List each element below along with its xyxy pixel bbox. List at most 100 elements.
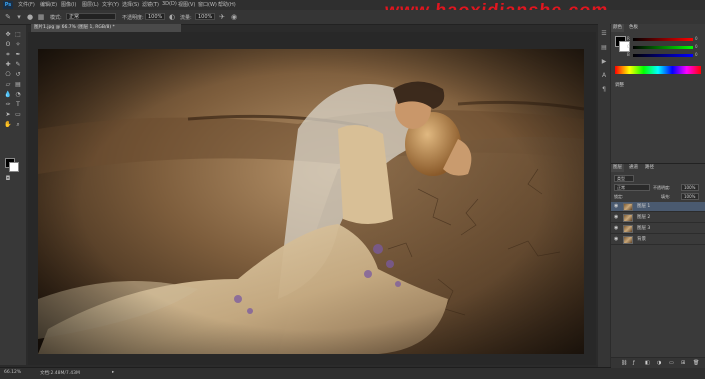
document-size: 文档:2.48M/7.43M xyxy=(40,371,80,376)
menu-type[interactable]: 文字(Y) xyxy=(102,1,119,8)
fill-input[interactable]: 100% xyxy=(681,193,699,200)
red-slider[interactable] xyxy=(633,38,693,41)
layer-filter-select[interactable]: 类型 xyxy=(614,175,634,182)
tab-channels[interactable]: 通道 xyxy=(627,164,640,172)
hand-tool-icon[interactable]: ✋ xyxy=(4,121,12,128)
group-icon[interactable]: ▭ xyxy=(669,360,674,366)
new-layer-icon[interactable]: ⊞ xyxy=(681,360,685,366)
brush-panel-icon[interactable]: ▦ xyxy=(37,13,45,21)
airbrush-icon[interactable]: ✈ xyxy=(218,13,226,21)
options-bar: ✎ ▾ ● ▦ 模式: 正常 不透明度: 100% ◐ 流量: 100% ✈ ◉ xyxy=(0,10,705,25)
menu-window[interactable]: 窗口(W) xyxy=(198,1,217,8)
shape-tool-icon[interactable]: ▭ xyxy=(14,111,22,118)
layer-name: 图层 3 xyxy=(637,226,651,231)
crop-tool-icon[interactable]: ⌗ xyxy=(4,51,12,58)
brush-tool-icon[interactable]: ✎ xyxy=(14,61,22,68)
flow-input[interactable]: 100% xyxy=(195,13,215,20)
blend-mode-select[interactable]: 正常 xyxy=(614,184,650,191)
history-icon[interactable]: ☰ xyxy=(600,30,608,38)
marquee-tool-icon[interactable]: ⬚ xyxy=(14,31,22,38)
pressure-opacity-icon[interactable]: ◐ xyxy=(168,13,176,21)
channel-g-value[interactable]: 0 xyxy=(695,44,698,49)
color-spectrum-bar[interactable] xyxy=(615,66,701,74)
flow-label: 流量: xyxy=(180,15,192,21)
menu-edit[interactable]: 编辑(E) xyxy=(40,1,57,8)
adjustments-title: 调整 xyxy=(615,83,624,88)
opacity-input[interactable]: 100% xyxy=(145,13,165,20)
quick-select-tool-icon[interactable]: ✧ xyxy=(14,41,22,48)
background-color-swatch[interactable] xyxy=(9,162,19,172)
menu-file[interactable]: 文件(F) xyxy=(18,1,35,8)
paragraph-icon[interactable]: ¶ xyxy=(600,86,608,94)
path-select-tool-icon[interactable]: ➤ xyxy=(4,111,12,118)
visibility-eye-icon[interactable]: ◉ xyxy=(614,226,619,231)
channel-g-label: G xyxy=(627,44,631,49)
actions-icon[interactable]: ▶ xyxy=(600,58,608,66)
history-brush-tool-icon[interactable]: ↺ xyxy=(14,71,22,78)
zoom-tool-icon[interactable]: ⌕ xyxy=(14,121,22,128)
healing-tool-icon[interactable]: ✚ xyxy=(4,61,12,68)
clone-stamp-tool-icon[interactable]: ⎔ xyxy=(4,71,12,78)
quick-mask-icon[interactable]: ◘ xyxy=(4,175,12,182)
chevron-down-icon[interactable]: ▾ xyxy=(15,13,23,21)
menu-select[interactable]: 选择(S) xyxy=(122,1,139,8)
brush-tool-icon[interactable]: ✎ xyxy=(4,13,12,21)
tools-panel: ✥ ⬚ ʘ ✧ ⌗ ✒ ✚ ✎ ⎔ ↺ ▱ ▤ 💧 ◔ ✑ T ➤ ▭ ✋ ⌕ … xyxy=(0,25,26,365)
channel-b-value[interactable]: 0 xyxy=(695,52,698,57)
layers-panel: 图层 通道 路径 类型 正常 不透明度: 100% 锁定: 填充: 100% ◉… xyxy=(611,163,705,368)
visibility-eye-icon[interactable]: ◉ xyxy=(614,204,619,209)
layer-thumbnail xyxy=(623,225,633,233)
layer-opacity-input[interactable]: 100% xyxy=(681,184,699,191)
visibility-eye-icon[interactable]: ◉ xyxy=(614,215,619,220)
layer-name: 图层 2 xyxy=(637,215,651,220)
pen-tool-icon[interactable]: ✑ xyxy=(4,101,12,108)
link-layers-icon[interactable]: ⛓ xyxy=(621,360,627,366)
adjustment-layer-icon[interactable]: ◑ xyxy=(657,360,661,366)
type-tool-icon[interactable]: T xyxy=(14,101,22,108)
lasso-tool-icon[interactable]: ʘ xyxy=(4,41,12,48)
channel-b-label: B xyxy=(627,52,630,57)
tab-paths[interactable]: 路径 xyxy=(643,164,656,172)
zoom-level[interactable]: 66.12% xyxy=(4,370,21,375)
pressure-size-icon[interactable]: ◉ xyxy=(230,13,238,21)
fill-label: 填充: xyxy=(661,194,671,199)
menu-3d[interactable]: 3D(D) xyxy=(162,1,177,7)
mode-label: 模式: xyxy=(50,15,62,21)
fx-icon[interactable]: ƒ xyxy=(633,360,635,366)
properties-icon[interactable]: ▤ xyxy=(600,44,608,52)
brush-size-icon[interactable]: ● xyxy=(26,13,34,21)
photo-image xyxy=(38,49,584,354)
blur-tool-icon[interactable]: 💧 xyxy=(4,91,12,98)
move-tool-icon[interactable]: ✥ xyxy=(4,31,12,38)
gradient-tool-icon[interactable]: ▤ xyxy=(14,81,22,88)
eraser-tool-icon[interactable]: ▱ xyxy=(4,81,12,88)
menu-view[interactable]: 视图(V) xyxy=(178,1,195,8)
menu-image[interactable]: 图像(I) xyxy=(61,1,76,8)
visibility-eye-icon[interactable]: ◉ xyxy=(614,237,619,242)
blue-slider[interactable] xyxy=(633,54,693,57)
layer-row[interactable]: ◉ 图层 3 xyxy=(611,224,705,234)
mask-icon[interactable]: ◧ xyxy=(645,360,650,366)
character-icon[interactable]: A xyxy=(600,72,608,80)
layer-row[interactable]: ◉ 背景 xyxy=(611,235,705,245)
tab-color[interactable]: 颜色 xyxy=(611,24,624,32)
menu-help[interactable]: 帮助(H) xyxy=(218,1,236,8)
mode-select[interactable]: 正常 xyxy=(66,13,116,20)
document-tab[interactable]: 图片1.jpg @ 66.7% (图层 1, RGB/8) * xyxy=(31,24,181,32)
layer-name: 图层 1 xyxy=(637,204,651,209)
tab-layers[interactable]: 图层 xyxy=(611,164,624,172)
menu-filter[interactable]: 滤镜(T) xyxy=(142,1,159,8)
channel-r-value[interactable]: 0 xyxy=(695,36,698,41)
eyedropper-tool-icon[interactable]: ✒ xyxy=(14,51,22,58)
status-menu-arrow-icon[interactable]: ▸ xyxy=(112,370,114,375)
layer-row[interactable]: ◉ 图层 1 xyxy=(611,202,705,212)
tab-swatches[interactable]: 色板 xyxy=(627,24,640,32)
document-canvas[interactable] xyxy=(38,49,584,354)
green-slider[interactable] xyxy=(633,46,693,49)
dodge-tool-icon[interactable]: ◔ xyxy=(14,91,22,98)
layer-name: 背景 xyxy=(637,237,646,242)
layer-row[interactable]: ◉ 图层 2 xyxy=(611,213,705,223)
trash-icon[interactable]: 🗑 xyxy=(693,360,699,366)
status-bar: 66.12% 文档:2.48M/7.43M ▸ xyxy=(0,367,705,379)
menu-layer[interactable]: 图层(L) xyxy=(82,1,99,8)
